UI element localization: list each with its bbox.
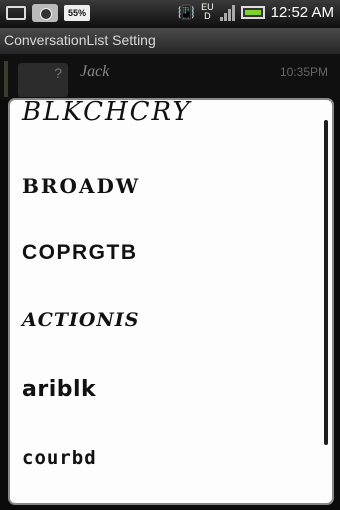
message-time: 10:35PM — [279, 65, 328, 79]
camera-icon — [32, 4, 58, 22]
clock: 12:52 AM — [270, 3, 334, 21]
font-option[interactable]: ariblk — [22, 377, 318, 402]
row-accent — [4, 61, 8, 97]
font-option[interactable]: BLKCHCRY — [22, 100, 318, 127]
battery-icon — [240, 5, 265, 19]
font-picker-dialog: BLKCHCRY BROADW COPRGTB ACTIONIS ariblk … — [8, 98, 334, 505]
font-option[interactable]: COPRGTB — [22, 241, 318, 265]
scrollbar[interactable] — [324, 120, 328, 445]
title-bar: ConversationList Setting — [0, 28, 340, 55]
contact-name: Jack — [80, 63, 110, 80]
vibrate-icon: 📳 — [177, 3, 196, 20]
network-indicator: EU D — [201, 2, 214, 21]
font-option[interactable]: BROADW — [22, 174, 318, 198]
status-bar: 55% 📳 EU D 12:52 AM — [0, 0, 340, 28]
font-option[interactable]: courbd — [22, 447, 318, 469]
font-option[interactable]: ACTIONIS — [22, 309, 318, 331]
signal-icon — [219, 3, 235, 21]
conversation-row: Jack 10:35PM — [0, 55, 340, 100]
avatar — [18, 63, 68, 97]
message-notification-icon — [6, 6, 26, 20]
page-title: ConversationList Setting — [4, 32, 156, 48]
battery-percent-badge: 55% — [64, 5, 90, 21]
